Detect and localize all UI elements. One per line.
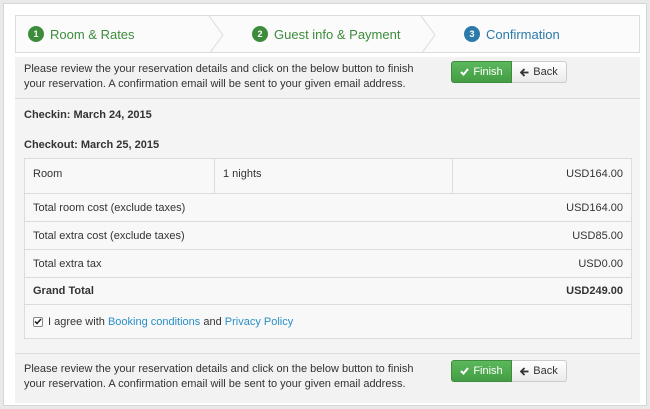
finish-button[interactable]: Finish [451, 61, 512, 83]
total-room-cost-label: Total room cost (exclude taxes) [33, 201, 186, 214]
step-guest-info-payment[interactable]: 2 Guest info & Payment [226, 16, 438, 52]
step-label-confirmation: Confirmation [486, 26, 560, 42]
grand-total-value: USD249.00 [566, 285, 623, 297]
grand-total-label: Grand Total [33, 285, 94, 297]
review-notice-top: Please review the your reservation detai… [15, 57, 640, 99]
agreement: I agree with Booking conditions and Priv… [25, 305, 301, 338]
total-extra-cost-value: USD85.00 [572, 229, 623, 242]
total-extra-tax-label: Total extra tax [33, 257, 102, 270]
review-notice-bottom: Please review the your reservation detai… [15, 353, 640, 403]
agreement-row: I agree with Booking conditions and Priv… [25, 305, 631, 338]
checkout-date: Checkout: March 25, 2015 [24, 139, 160, 151]
step-confirmation[interactable]: 3 Confirmation [438, 16, 639, 52]
agree-conj: and [203, 315, 222, 328]
back-button[interactable]: Back [512, 61, 567, 83]
step-separator-icon [208, 16, 224, 52]
action-buttons: Finish Back [451, 360, 567, 382]
finish-button[interactable]: Finish [451, 360, 512, 382]
check-icon [460, 367, 470, 375]
agree-prefix: I agree with [48, 315, 105, 328]
step-room-rates[interactable]: 1 Room & Rates [16, 16, 226, 52]
step-number-2: 2 [252, 26, 268, 42]
room-price: USD164.00 [566, 168, 623, 180]
total-extra-cost-label: Total extra cost (exclude taxes) [33, 229, 185, 242]
total-extra-tax-value: USD0.00 [578, 257, 623, 270]
step-separator-icon [420, 16, 436, 52]
reservation-panel: 1 Room & Rates 2 Guest info & Payment 3 … [3, 3, 647, 406]
review-notice-text: Please review the your reservation detai… [24, 363, 414, 390]
action-buttons: Finish Back [451, 61, 567, 83]
cost-summary-table: Room 1 nights USD164.00 Total room cost … [24, 158, 632, 339]
review-notice-text: Please review the your reservation detai… [24, 63, 414, 90]
agree-checkbox[interactable] [33, 316, 43, 327]
back-button[interactable]: Back [512, 360, 567, 382]
table-row: Total extra tax USD0.00 [25, 250, 631, 278]
booking-conditions-link[interactable]: Booking conditions [108, 316, 200, 328]
room-label: Room [25, 159, 215, 193]
check-icon [34, 318, 42, 325]
confirmation-content: Please review the your reservation detai… [15, 57, 640, 403]
step-label-room-rates: Room & Rates [50, 26, 135, 42]
table-row: Total extra cost (exclude taxes) USD85.0… [25, 222, 631, 250]
step-number-3: 3 [464, 26, 480, 42]
step-number-1: 1 [28, 26, 44, 42]
table-row: Room 1 nights USD164.00 [25, 159, 631, 194]
step-label-guest-info: Guest info & Payment [274, 26, 401, 42]
check-icon [460, 68, 470, 76]
arrow-left-icon [520, 67, 529, 77]
checkin-date: Checkin: March 24, 2015 [24, 109, 152, 121]
table-row: Total room cost (exclude taxes) USD164.0… [25, 194, 631, 222]
booking-steps: 1 Room & Rates 2 Guest info & Payment 3 … [15, 15, 640, 53]
arrow-left-icon [520, 366, 529, 376]
room-nights: 1 nights [215, 159, 453, 193]
table-row: Grand Total USD249.00 [25, 278, 631, 305]
privacy-policy-link[interactable]: Privacy Policy [225, 316, 293, 328]
total-room-cost-value: USD164.00 [566, 201, 623, 214]
